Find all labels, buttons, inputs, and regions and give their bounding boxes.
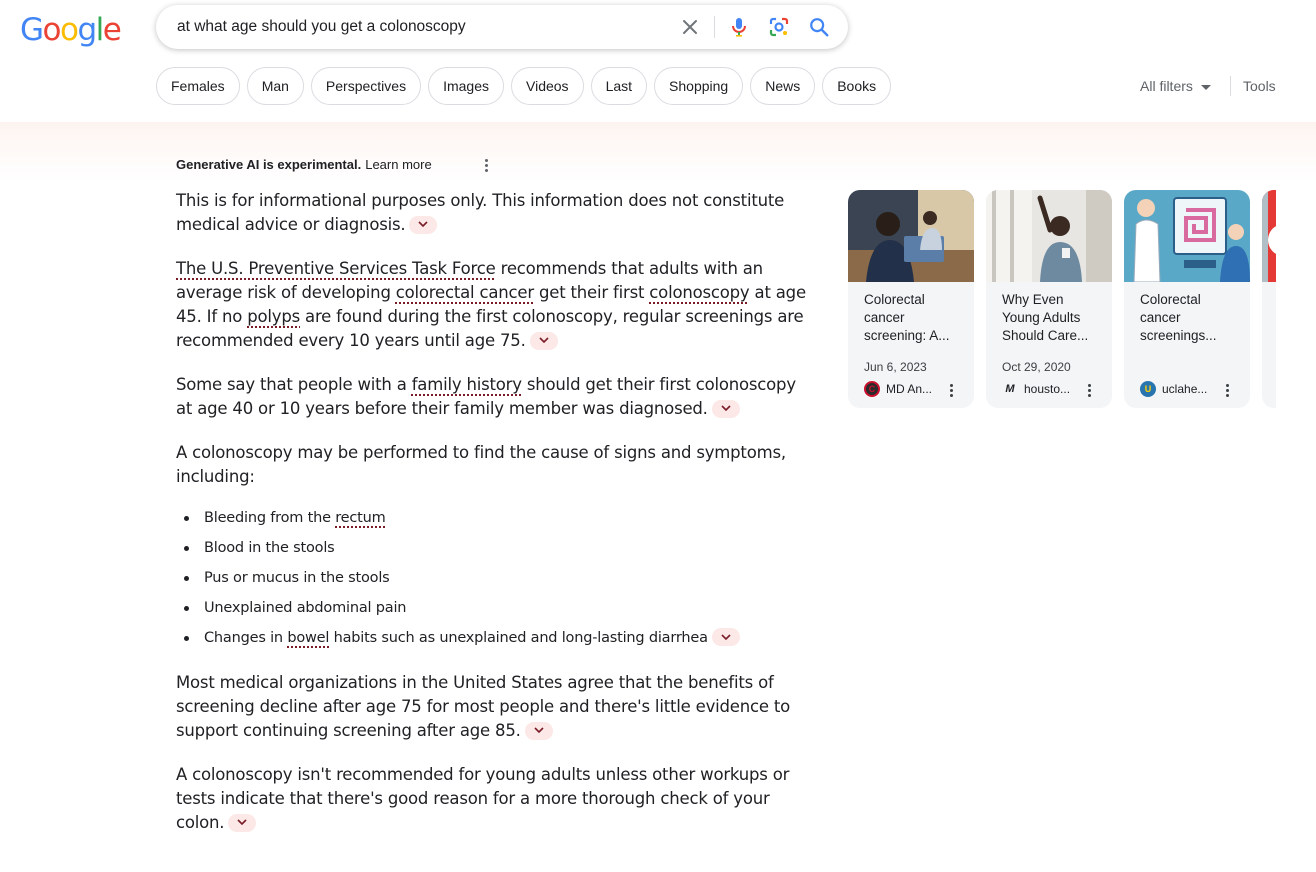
polyps-link[interactable]: polyps [247, 307, 300, 326]
card-thumbnail [848, 190, 974, 282]
chevron-down-icon [721, 633, 731, 640]
colonoscopy-link[interactable]: colonoscopy [649, 283, 749, 302]
all-filters-button[interactable]: All filters [1140, 78, 1211, 94]
ai-paragraph-1: This is for informational purposes only.… [176, 191, 785, 234]
colorectal-cancer-link[interactable]: colorectal cancer [396, 283, 534, 302]
card-title: Colorectal cancer screenings... [1140, 292, 1217, 343]
chip-females[interactable]: Females [156, 67, 240, 105]
uspstf-link[interactable]: The U.S. Preventive Services Task Force [176, 259, 496, 278]
chevron-down-icon [534, 727, 544, 734]
family-history-link[interactable]: family history [412, 375, 522, 394]
list-item: Changes in bowel habits such as unexplai… [176, 623, 816, 653]
source-cards: Colorectal cancer screening: A... Jun 6,… [848, 190, 1276, 410]
chip-shopping[interactable]: Shopping [654, 67, 744, 105]
expand-button[interactable] [711, 399, 740, 418]
source-card[interactable]: Why Even Young Adults Should Care... Oct… [986, 190, 1112, 408]
list-item: Pus or mucus in the stools [176, 563, 816, 593]
card-source: M housto... [1002, 381, 1070, 397]
mdanderson-favicon-icon: C [864, 381, 880, 397]
card-source: C MD An... [864, 381, 932, 397]
search-input[interactable]: at what age should you get a colonoscopy [177, 18, 466, 36]
toolbar-divider [1230, 76, 1231, 96]
chevron-down-icon [539, 337, 549, 344]
card-thumbnail [986, 190, 1112, 282]
card-title: Colorectal cancer screening: A... [864, 292, 950, 343]
caret-down-icon [1200, 84, 1211, 90]
search-divider [714, 16, 715, 38]
chip-images[interactable]: Images [428, 67, 504, 105]
card-date: Jun 6, 2023 [864, 360, 927, 374]
ai-overview-content: This is for informational purposes only.… [176, 189, 816, 855]
search-icon[interactable] [807, 15, 831, 39]
chip-videos[interactable]: Videos [511, 67, 584, 105]
more-vert-icon[interactable] [1086, 383, 1092, 397]
ai-overview-band [0, 122, 1316, 182]
bowel-link[interactable]: bowel [287, 630, 329, 646]
lens-icon[interactable] [767, 15, 791, 39]
list-item: Bleeding from the rectum [176, 503, 816, 533]
expand-button[interactable] [711, 628, 740, 646]
expand-button[interactable] [409, 215, 438, 234]
chip-man[interactable]: Man [246, 67, 304, 105]
google-logo[interactable]: Google [20, 12, 122, 48]
card-title: Why Even Young Adults Should Care... [1002, 292, 1089, 343]
ai-paragraph-6: A colonoscopy isn't recommended for youn… [176, 765, 790, 832]
chip-books[interactable]: Books [822, 67, 892, 105]
card-date: Oct 29, 2020 [1002, 360, 1071, 374]
chevron-down-icon [418, 221, 429, 228]
more-vert-icon[interactable] [1224, 383, 1230, 397]
more-vert-icon[interactable] [480, 156, 492, 174]
expand-button[interactable] [228, 813, 257, 832]
chevron-down-icon [237, 819, 247, 826]
ai-experimental-notice: Generative AI is experimental. Learn mor… [176, 157, 432, 172]
symptoms-list: Bleeding from the rectum Blood in the st… [176, 503, 816, 653]
ucla-favicon-icon: U [1140, 381, 1156, 397]
source-card[interactable]: Colorectal cancer screenings... U uclahe… [1124, 190, 1250, 408]
ai-experimental-label: Generative AI is experimental. [176, 157, 362, 172]
filter-chips: Females Man Perspectives Images Videos L… [156, 67, 892, 105]
chip-last[interactable]: Last [590, 67, 648, 105]
card-thumbnail [1124, 190, 1250, 282]
list-item: Blood in the stools [176, 533, 816, 563]
chevron-down-icon [721, 405, 731, 412]
microphone-icon[interactable] [727, 15, 751, 39]
ai-paragraph-5: Most medical organizations in the United… [176, 673, 791, 740]
chip-news[interactable]: News [750, 67, 816, 105]
learn-more-link[interactable]: Learn more [365, 157, 431, 172]
card-source: U uclahe... [1140, 381, 1207, 397]
ai-paragraph-3: Some say that people with a family histo… [176, 375, 796, 418]
tools-button[interactable]: Tools [1243, 78, 1276, 94]
expand-button[interactable] [529, 331, 558, 350]
more-vert-icon[interactable] [948, 383, 954, 397]
list-item: Unexplained abdominal pain [176, 593, 816, 623]
expand-button[interactable] [524, 721, 553, 740]
close-icon[interactable] [678, 15, 702, 39]
source-card-partial[interactable] [1262, 190, 1276, 408]
ai-paragraph-4: A colonoscopy may be performed to find t… [176, 443, 786, 486]
ai-paragraph-2: The U.S. Preventive Services Task Force … [176, 259, 806, 350]
rectum-link[interactable]: rectum [335, 510, 386, 526]
houstonmethodist-favicon-icon: M [1005, 383, 1015, 395]
chip-perspectives[interactable]: Perspectives [310, 67, 422, 105]
search-box[interactable]: at what age should you get a colonoscopy [156, 5, 848, 49]
all-filters-label: All filters [1140, 78, 1193, 94]
source-card[interactable]: Colorectal cancer screening: A... Jun 6,… [848, 190, 974, 408]
